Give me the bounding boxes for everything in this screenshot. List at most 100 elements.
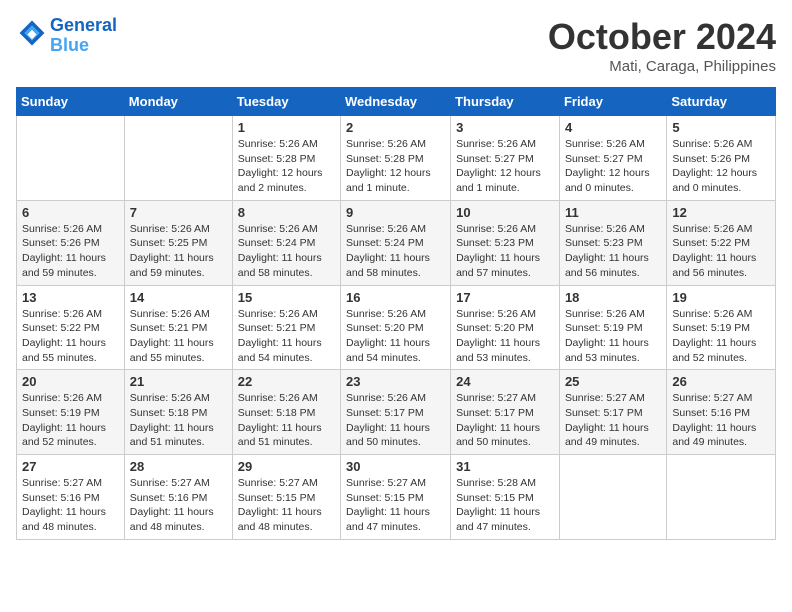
day-info: Sunrise: 5:26 AMSunset: 5:28 PMDaylight:… [346, 137, 445, 196]
week-row-1: 1 Sunrise: 5:26 AMSunset: 5:28 PMDaylight… [17, 116, 776, 201]
day-cell-11: 10 Sunrise: 5:26 AMSunset: 5:23 PMDayligh… [451, 200, 560, 285]
day-info: Sunrise: 5:26 AMSunset: 5:19 PMDaylight:… [672, 307, 770, 366]
day-cell-23: 22Sunrise: 5:26 AMSunset: 5:18 PMDayligh… [232, 370, 340, 455]
day-cell-12: 11 Sunrise: 5:26 AMSunset: 5:23 PMDayligh… [559, 200, 666, 285]
day-cell-21: 20 Sunrise: 5:26 AMSunset: 5:19 PMDayligh… [17, 370, 125, 455]
calendar-header-row: SundayMondayTuesdayWednesdayThursdayFrid… [17, 88, 776, 116]
day-cell-19: 18Sunrise: 5:26 AMSunset: 5:19 PMDayligh… [559, 285, 666, 370]
day-number: 15 [238, 290, 335, 305]
logo: General Blue [16, 16, 117, 56]
week-row-5: 27 Sunrise: 5:27 AMSunset: 5:16 PMDayligh… [17, 455, 776, 540]
column-header-tuesday: Tuesday [232, 88, 340, 116]
day-cell-7: 6Sunrise: 5:26 AMSunset: 5:26 PMDaylight… [17, 200, 125, 285]
day-number: 25 [565, 374, 661, 389]
day-cell-16: 15Sunrise: 5:26 AMSunset: 5:21 PMDayligh… [232, 285, 340, 370]
day-cell-8: 7Sunrise: 5:26 AMSunset: 5:25 PMDaylight… [124, 200, 232, 285]
day-cell-1 [124, 116, 232, 201]
day-info: Sunrise: 5:26 AMSunset: 5:27 PMDaylight:… [456, 137, 554, 196]
day-info: Sunrise: 5:26 AMSunset: 5:17 PMDaylight:… [346, 391, 445, 450]
day-cell-25: 24 Sunrise: 5:27 AMSunset: 5:17 PMDayligh… [451, 370, 560, 455]
column-header-saturday: Saturday [667, 88, 776, 116]
day-number: 27 [22, 459, 119, 474]
calendar-table: SundayMondayTuesdayWednesdayThursdayFrid… [16, 87, 776, 540]
day-info: Sunrise: 5:28 AMSunset: 5:15 PMDaylight:… [456, 476, 554, 535]
day-cell-13: 12Sunrise: 5:26 AMSunset: 5:22 PMDayligh… [667, 200, 776, 285]
day-number: 19 [672, 290, 770, 305]
day-number: 23 [346, 374, 445, 389]
day-cell-0 [17, 116, 125, 201]
day-cell-2: 1 Sunrise: 5:26 AMSunset: 5:28 PMDaylight… [232, 116, 340, 201]
day-cell-15: 14Sunrise: 5:26 AMSunset: 5:21 PMDayligh… [124, 285, 232, 370]
page-header: General Blue October 2024 Mati, Caraga, … [16, 16, 776, 75]
day-cell-34 [667, 455, 776, 540]
day-info: Sunrise: 5:26 AMSunset: 5:28 PMDaylight:… [238, 137, 335, 196]
day-info: Sunrise: 5:27 AMSunset: 5:16 PMDaylight:… [130, 476, 227, 535]
column-header-wednesday: Wednesday [341, 88, 451, 116]
day-info: Sunrise: 5:26 AMSunset: 5:24 PMDaylight:… [238, 222, 335, 281]
day-info: Sunrise: 5:26 AMSunset: 5:27 PMDaylight:… [565, 137, 661, 196]
week-row-3: 13Sunrise: 5:26 AMSunset: 5:22 PMDayligh… [17, 285, 776, 370]
column-header-sunday: Sunday [17, 88, 125, 116]
day-info: Sunrise: 5:27 AMSunset: 5:16 PMDaylight:… [672, 391, 770, 450]
day-cell-18: 17 Sunrise: 5:26 AMSunset: 5:20 PMDayligh… [451, 285, 560, 370]
day-number: 29 [238, 459, 335, 474]
day-number: 16 [346, 290, 445, 305]
day-cell-24: 23 Sunrise: 5:26 AMSunset: 5:17 PMDayligh… [341, 370, 451, 455]
day-cell-6: 5 Sunrise: 5:26 AMSunset: 5:26 PMDaylight… [667, 116, 776, 201]
day-number: 17 [456, 290, 554, 305]
day-number: 2 [346, 120, 445, 135]
day-info: Sunrise: 5:26 AMSunset: 5:20 PMDaylight:… [456, 307, 554, 366]
day-number: 28 [130, 459, 227, 474]
day-number: 30 [346, 459, 445, 474]
day-cell-10: 9 Sunrise: 5:26 AMSunset: 5:24 PMDaylight… [341, 200, 451, 285]
calendar-body: 1 Sunrise: 5:26 AMSunset: 5:28 PMDaylight… [17, 116, 776, 540]
day-cell-33 [559, 455, 666, 540]
day-number: 22 [238, 374, 335, 389]
week-row-2: 6Sunrise: 5:26 AMSunset: 5:26 PMDaylight… [17, 200, 776, 285]
day-number: 6 [22, 205, 119, 220]
column-header-monday: Monday [124, 88, 232, 116]
day-info: Sunrise: 5:26 AMSunset: 5:19 PMDaylight:… [22, 391, 119, 450]
day-cell-20: 19 Sunrise: 5:26 AMSunset: 5:19 PMDayligh… [667, 285, 776, 370]
day-info: Sunrise: 5:26 AMSunset: 5:24 PMDaylight:… [346, 222, 445, 281]
day-number: 31 [456, 459, 554, 474]
column-header-thursday: Thursday [451, 88, 560, 116]
day-info: Sunrise: 5:26 AMSunset: 5:23 PMDaylight:… [565, 222, 661, 281]
title-block: October 2024 Mati, Caraga, Philippines [548, 16, 776, 75]
day-cell-17: 16 Sunrise: 5:26 AMSunset: 5:20 PMDayligh… [341, 285, 451, 370]
day-info: Sunrise: 5:27 AMSunset: 5:16 PMDaylight:… [22, 476, 119, 535]
day-number: 5 [672, 120, 770, 135]
column-header-friday: Friday [559, 88, 666, 116]
logo-line2: Blue [50, 36, 117, 56]
day-cell-9: 8Sunrise: 5:26 AMSunset: 5:24 PMDaylight… [232, 200, 340, 285]
day-info: Sunrise: 5:27 AMSunset: 5:15 PMDaylight:… [346, 476, 445, 535]
day-info: Sunrise: 5:27 AMSunset: 5:17 PMDaylight:… [456, 391, 554, 450]
day-number: 4 [565, 120, 661, 135]
day-number: 24 [456, 374, 554, 389]
day-cell-14: 13Sunrise: 5:26 AMSunset: 5:22 PMDayligh… [17, 285, 125, 370]
day-number: 26 [672, 374, 770, 389]
day-number: 3 [456, 120, 554, 135]
day-number: 20 [22, 374, 119, 389]
day-info: Sunrise: 5:27 AMSunset: 5:15 PMDaylight:… [238, 476, 335, 535]
day-number: 9 [346, 205, 445, 220]
day-cell-26: 25 Sunrise: 5:27 AMSunset: 5:17 PMDayligh… [559, 370, 666, 455]
day-cell-29: 28 Sunrise: 5:27 AMSunset: 5:16 PMDayligh… [124, 455, 232, 540]
day-number: 12 [672, 205, 770, 220]
day-cell-30: 29 Sunrise: 5:27 AMSunset: 5:15 PMDayligh… [232, 455, 340, 540]
day-info: Sunrise: 5:27 AMSunset: 5:17 PMDaylight:… [565, 391, 661, 450]
logo-line1: General [50, 16, 117, 36]
day-cell-27: 26 Sunrise: 5:27 AMSunset: 5:16 PMDayligh… [667, 370, 776, 455]
day-info: Sunrise: 5:26 AMSunset: 5:22 PMDaylight:… [22, 307, 119, 366]
day-info: Sunrise: 5:26 AMSunset: 5:20 PMDaylight:… [346, 307, 445, 366]
day-cell-32: 31 Sunrise: 5:28 AMSunset: 5:15 PMDayligh… [451, 455, 560, 540]
day-info: Sunrise: 5:26 AMSunset: 5:23 PMDaylight:… [456, 222, 554, 281]
day-number: 1 [238, 120, 335, 135]
day-number: 11 [565, 205, 661, 220]
day-cell-5: 4 Sunrise: 5:26 AMSunset: 5:27 PMDaylight… [559, 116, 666, 201]
day-number: 10 [456, 205, 554, 220]
day-info: Sunrise: 5:26 AMSunset: 5:21 PMDaylight:… [130, 307, 227, 366]
day-number: 18 [565, 290, 661, 305]
day-info: Sunrise: 5:26 AMSunset: 5:26 PMDaylight:… [672, 137, 770, 196]
day-cell-22: 21Sunrise: 5:26 AMSunset: 5:18 PMDayligh… [124, 370, 232, 455]
